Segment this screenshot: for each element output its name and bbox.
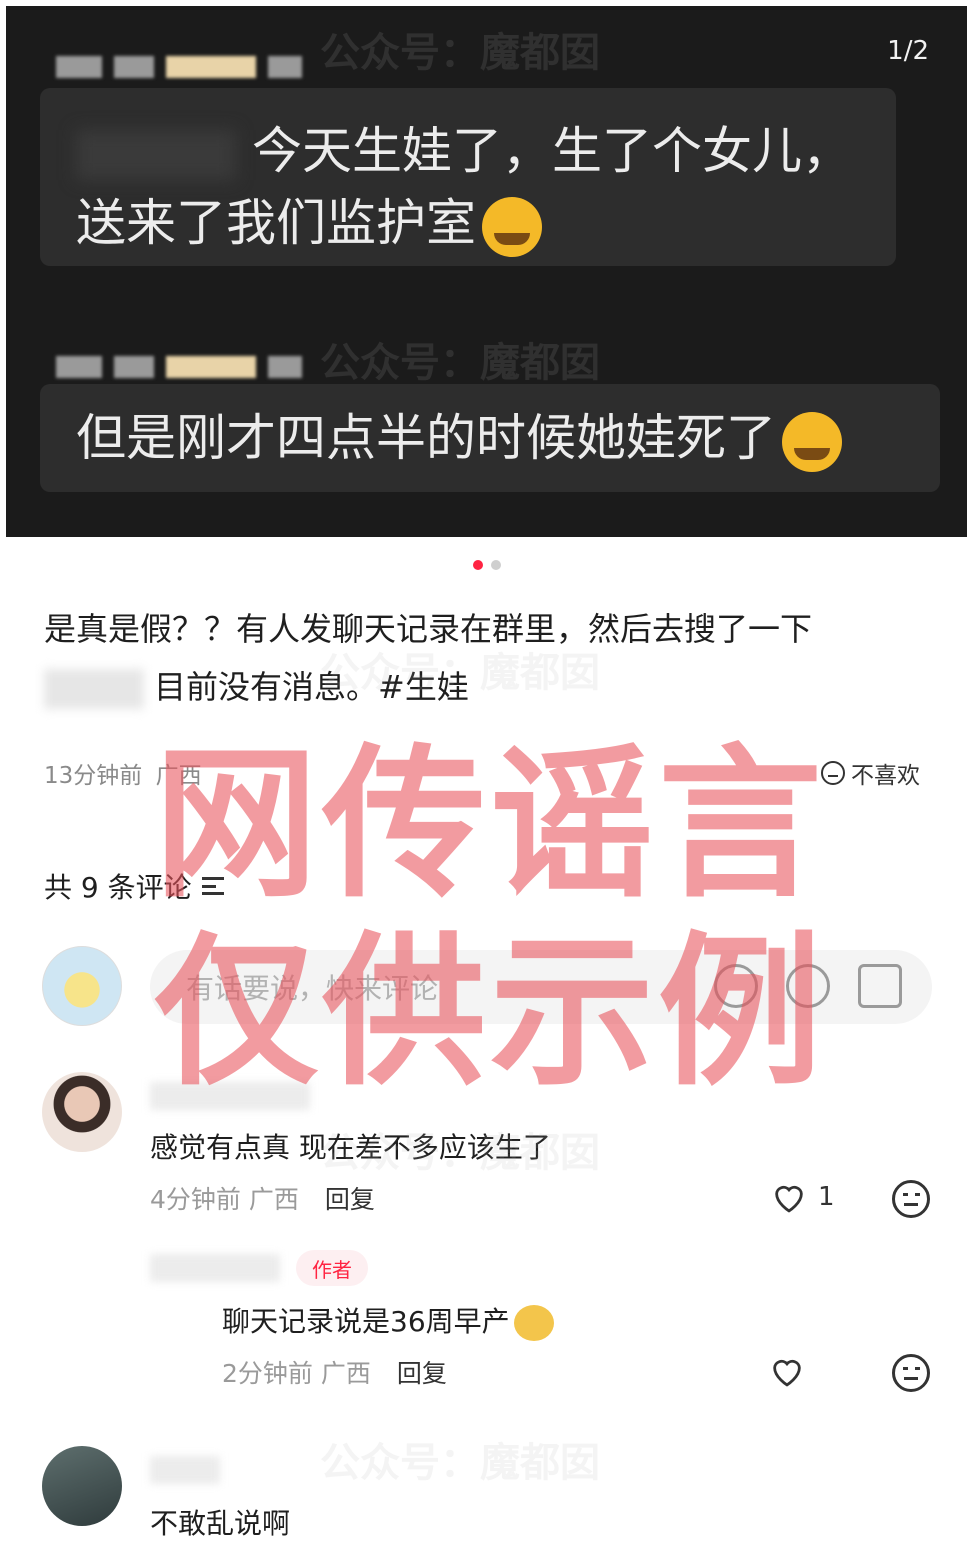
like-button[interactable]: 1 bbox=[770, 1180, 835, 1214]
image-counter: 1/2 bbox=[887, 36, 929, 66]
author-badge: 作者 bbox=[296, 1250, 368, 1286]
current-user-avatar[interactable] bbox=[42, 946, 122, 1026]
mention-icon[interactable] bbox=[714, 964, 758, 1008]
like-count: 1 bbox=[818, 1182, 835, 1212]
chat-line-1: 今天生娃了，生了个女儿， bbox=[252, 122, 852, 180]
redacted-username bbox=[150, 1456, 220, 1484]
heart-icon bbox=[770, 1180, 808, 1214]
redacted-username bbox=[150, 1254, 280, 1282]
emoji-icon[interactable] bbox=[786, 964, 830, 1008]
comment-text: 感觉有点真 现在差不多应该生了 bbox=[150, 1131, 551, 1164]
chat-line-3: 但是刚才四点半的时候她娃死了 bbox=[76, 409, 776, 467]
comment-time: 2分钟前 bbox=[222, 1359, 313, 1388]
crying-emoji-icon bbox=[482, 196, 542, 257]
comment-location: 广西 bbox=[320, 1359, 371, 1388]
chat-bubble-2: 但是刚才四点半的时候她娃死了 bbox=[40, 384, 940, 492]
redacted-sender-name bbox=[56, 352, 302, 382]
like-button[interactable] bbox=[768, 1354, 806, 1388]
sort-icon[interactable] bbox=[201, 877, 224, 895]
dislike-face-icon[interactable] bbox=[892, 1354, 930, 1392]
reply-button[interactable]: 回复 bbox=[397, 1354, 447, 1390]
comment-text: 不敢乱说啊 bbox=[150, 1507, 291, 1540]
comment-input[interactable]: 有话要说，快来评论 bbox=[150, 950, 932, 1024]
dislike-face-icon[interactable] bbox=[892, 1180, 930, 1218]
reply-button[interactable]: 回复 bbox=[325, 1180, 375, 1216]
post-meta: 13分钟前 广西 不喜欢 bbox=[44, 756, 920, 790]
post-image[interactable]: 1/2 今天生娃了，生了个女儿， 送来了我们监护室 但是刚才四点半的时候她娃死了 bbox=[6, 6, 967, 537]
comment-meta: 2分钟前 广西 回复 bbox=[222, 1354, 447, 1390]
carousel-dot-1[interactable] bbox=[472, 560, 483, 570]
comment-input-placeholder: 有话要说，快来评论 bbox=[186, 972, 439, 1005]
watermark: 公众号：魔都囡 bbox=[320, 1440, 600, 1486]
comment-meta: 4分钟前 广西 回复 bbox=[150, 1180, 375, 1216]
dislike-label: 不喜欢 bbox=[851, 763, 920, 789]
avatar[interactable] bbox=[42, 1072, 122, 1152]
dislike-button[interactable]: 不喜欢 bbox=[821, 756, 920, 790]
avatar[interactable] bbox=[42, 1446, 122, 1526]
comment-count: 共 9 条评论 bbox=[44, 871, 192, 904]
comments-header[interactable]: 共 9 条评论 bbox=[44, 866, 224, 906]
broken-heart-emoji-icon bbox=[782, 411, 842, 472]
chat-bubble-1: 今天生娃了，生了个女儿， 送来了我们监护室 bbox=[40, 88, 896, 266]
post-line-2: 目前没有消息。#生娃 bbox=[154, 668, 469, 706]
comment-text: 聊天记录说是36周早产 bbox=[222, 1300, 554, 1341]
redacted-text bbox=[44, 669, 144, 709]
carousel-dot-2[interactable] bbox=[490, 560, 501, 570]
comment-text-content: 聊天记录说是36周早产 bbox=[222, 1305, 510, 1338]
dislike-face-icon bbox=[821, 761, 845, 785]
redacted-sender-name bbox=[56, 52, 302, 82]
image-icon[interactable] bbox=[858, 964, 902, 1008]
post-body: 是真是假？？有人发聊天记录在群里，然后去搜了一下 目前没有消息。#生娃 bbox=[44, 600, 924, 716]
comment-location: 广西 bbox=[248, 1185, 299, 1214]
crying-emoji-icon bbox=[513, 1305, 554, 1341]
post-line-1: 是真是假？？有人发聊天记录在群里，然后去搜了一下 bbox=[44, 610, 813, 648]
comment-time: 4分钟前 bbox=[150, 1185, 241, 1214]
redacted-username bbox=[150, 1082, 310, 1110]
post-location: 广西 bbox=[155, 763, 202, 789]
chat-line-2: 送来了我们监护室 bbox=[76, 194, 476, 252]
redacted-text bbox=[76, 129, 236, 180]
heart-icon bbox=[768, 1354, 806, 1388]
post-time: 13分钟前 bbox=[44, 763, 143, 789]
image-carousel-dots[interactable] bbox=[0, 560, 973, 570]
